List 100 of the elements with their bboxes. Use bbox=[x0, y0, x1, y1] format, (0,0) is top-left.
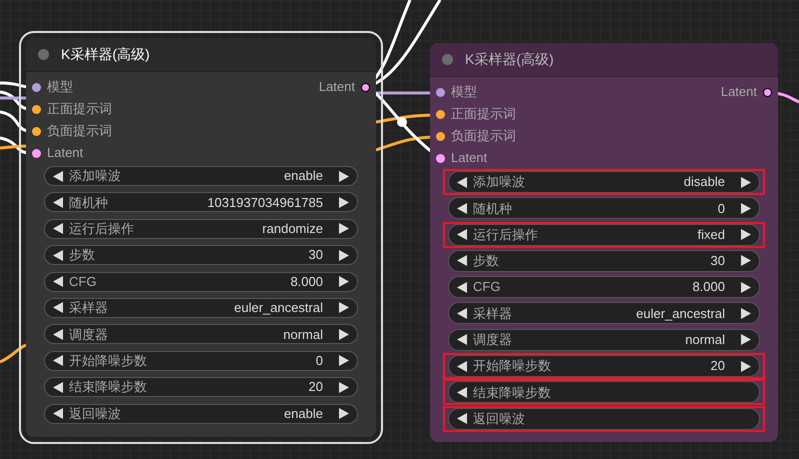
widget-row[interactable]: 采样器 euler_ancestral bbox=[44, 298, 358, 318]
widget-label: 随机种 bbox=[69, 194, 108, 212]
right-arrow-icon[interactable] bbox=[741, 229, 751, 240]
left-arrow-icon[interactable] bbox=[457, 308, 467, 319]
right-arrow-icon[interactable] bbox=[339, 302, 349, 314]
widget-row[interactable]: 随机种 1031937034961785 bbox=[44, 192, 358, 212]
widget-value: 30 bbox=[710, 252, 725, 270]
widget-label: 开始降噪步数 bbox=[69, 352, 147, 370]
widget-label: 结束降噪步数 bbox=[473, 384, 551, 402]
right-arrow-icon[interactable] bbox=[339, 328, 349, 340]
widget-label: 运行后操作 bbox=[69, 220, 134, 238]
widget-value: enable bbox=[284, 167, 323, 186]
right-arrow-icon[interactable] bbox=[741, 255, 751, 266]
widget-label: CFG bbox=[473, 278, 500, 296]
widget-value: fixed bbox=[698, 226, 725, 244]
widget-value: 20 bbox=[710, 357, 725, 376]
left-arrow-icon[interactable] bbox=[457, 202, 467, 214]
right-arrow-icon[interactable] bbox=[339, 170, 349, 182]
widget-row[interactable]: 随机种 0 bbox=[448, 197, 760, 220]
right-arrow-icon[interactable] bbox=[339, 250, 349, 261]
left-arrow-icon[interactable] bbox=[53, 328, 63, 340]
widget-value: normal bbox=[685, 331, 725, 350]
left-arrow-icon[interactable] bbox=[53, 276, 63, 288]
left-arrow-icon[interactable] bbox=[457, 334, 467, 346]
input-label: 负面提示词 bbox=[47, 122, 112, 140]
widget-value: 30 bbox=[308, 246, 323, 264]
left-arrow-icon[interactable] bbox=[457, 282, 467, 293]
widget-row[interactable]: 结束降噪步数 20 bbox=[44, 377, 358, 398]
right-arrow-icon[interactable] bbox=[741, 202, 751, 214]
node-panel[interactable]: K采样器(高级) 模型 正面提示词 负面提示词 Latent Latent 添加噪波 enable 随机种 1031937034961785 运行后操作 randomize 步数 30 CFG 8.000 采样器 euler_ancestral 调度器 normal 开始降噪步数 0 结束降噪步数 20 返回噪波 enable bbox=[26, 38, 376, 437]
left-arrow-icon[interactable] bbox=[457, 255, 467, 266]
widget-label: 采样器 bbox=[473, 304, 512, 323]
left-arrow-icon[interactable] bbox=[457, 229, 467, 240]
right-arrow-icon[interactable] bbox=[339, 408, 349, 420]
widget-row[interactable]: 返回噪波 enable bbox=[44, 404, 358, 424]
output-label: Latent bbox=[318, 78, 355, 96]
widget-label: 步数 bbox=[473, 252, 499, 270]
left-arrow-icon[interactable] bbox=[53, 196, 63, 208]
widget-label: 结束降噪步数 bbox=[69, 378, 147, 396]
widget-value: disable bbox=[684, 173, 725, 192]
widget-label: 开始降噪步数 bbox=[473, 357, 551, 376]
left-arrow-icon[interactable] bbox=[457, 360, 467, 372]
node-title: K采样器(高级) bbox=[61, 45, 150, 64]
widget-value: euler_ancestral bbox=[234, 299, 323, 318]
widget-value: randomize bbox=[262, 220, 323, 238]
input-label: Latent bbox=[451, 149, 488, 168]
widget-row[interactable]: 采样器 euler_ancestral bbox=[448, 302, 760, 324]
input-label: 模型 bbox=[47, 78, 73, 96]
widget-label: 添加噪波 bbox=[69, 167, 121, 186]
widget-label: 调度器 bbox=[473, 331, 512, 350]
right-arrow-icon[interactable] bbox=[741, 282, 751, 293]
widget-value: 20 bbox=[308, 378, 323, 396]
right-arrow-icon[interactable] bbox=[741, 360, 751, 372]
widget-row[interactable]: 步数 30 bbox=[448, 250, 760, 272]
input-label: 正面提示词 bbox=[451, 105, 516, 124]
widget-value: 0 bbox=[316, 352, 323, 370]
widget-row[interactable]: 调度器 normal bbox=[44, 324, 358, 344]
widget-row[interactable]: 步数 30 bbox=[44, 245, 358, 266]
widget-label: 运行后操作 bbox=[473, 226, 538, 244]
input-label: Latent bbox=[47, 144, 84, 162]
right-arrow-icon[interactable] bbox=[741, 176, 751, 188]
left-arrow-icon[interactable] bbox=[457, 386, 467, 398]
left-arrow-icon[interactable] bbox=[53, 223, 63, 234]
widget-value: euler_ancestral bbox=[636, 304, 725, 323]
right-arrow-icon[interactable] bbox=[339, 196, 349, 208]
right-arrow-icon[interactable] bbox=[741, 308, 751, 319]
left-arrow-icon[interactable] bbox=[53, 382, 63, 393]
right-arrow-icon[interactable] bbox=[741, 334, 751, 346]
widget-row[interactable]: CFG 8.000 bbox=[44, 272, 358, 292]
widget-row[interactable]: 开始降噪步数 0 bbox=[44, 350, 358, 371]
left-arrow-icon[interactable] bbox=[53, 250, 63, 261]
right-arrow-icon[interactable] bbox=[339, 276, 349, 288]
widget-row[interactable]: 添加噪波 disable bbox=[448, 171, 760, 193]
widget-row[interactable]: 添加噪波 enable bbox=[44, 166, 358, 186]
widget-value: 1031937034961785 bbox=[207, 194, 323, 212]
left-arrow-icon[interactable] bbox=[53, 170, 63, 182]
widget-row[interactable]: 返回噪波 bbox=[448, 408, 760, 430]
widget-row[interactable]: 运行后操作 fixed bbox=[448, 224, 760, 246]
left-arrow-icon[interactable] bbox=[457, 413, 467, 424]
widget-row[interactable]: 开始降噪步数 20 bbox=[448, 355, 760, 378]
widget-label: 步数 bbox=[69, 246, 95, 264]
left-arrow-icon[interactable] bbox=[53, 355, 63, 366]
right-arrow-icon[interactable] bbox=[339, 223, 349, 234]
widget-row[interactable]: 调度器 normal bbox=[448, 328, 760, 351]
node-panel[interactable]: K采样器(高级) 模型 正面提示词 负面提示词 Latent Latent 添加噪波 disable 随机种 0 运行后操作 fixed 步数 30 CFG 8.000 采样器 euler_ancestral 调度器 normal 开始降噪步数 20 结束降噪步数 返回噪波 bbox=[430, 43, 778, 442]
left-arrow-icon[interactable] bbox=[53, 302, 63, 314]
widget-label: 添加噪波 bbox=[473, 173, 525, 192]
widget-value: normal bbox=[283, 326, 323, 344]
widget-row[interactable]: 结束降噪步数 bbox=[448, 381, 760, 404]
widget-label: 返回噪波 bbox=[473, 410, 525, 428]
left-arrow-icon[interactable] bbox=[53, 408, 63, 420]
node-title: K采样器(高级) bbox=[465, 50, 554, 69]
input-label: 负面提示词 bbox=[451, 127, 516, 146]
widget-label: 采样器 bbox=[69, 299, 108, 318]
widget-row[interactable]: 运行后操作 randomize bbox=[44, 218, 358, 239]
widget-label: 返回噪波 bbox=[69, 404, 121, 423]
left-arrow-icon[interactable] bbox=[457, 176, 467, 188]
widget-row[interactable]: CFG 8.000 bbox=[448, 276, 760, 298]
right-arrow-icon[interactable] bbox=[339, 382, 349, 393]
right-arrow-icon[interactable] bbox=[339, 355, 349, 366]
